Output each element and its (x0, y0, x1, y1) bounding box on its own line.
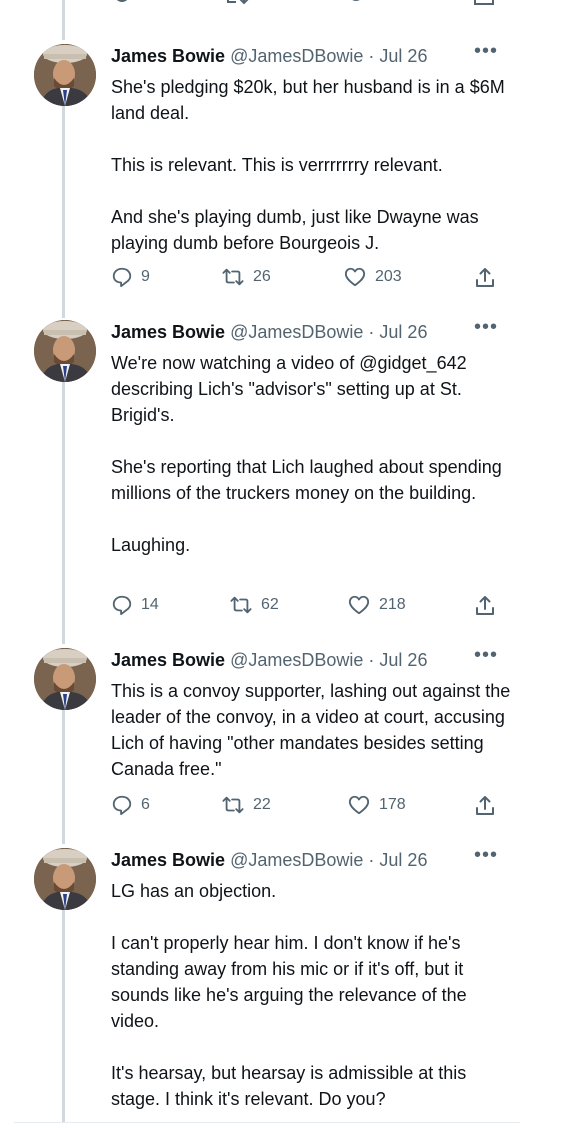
separator: · (368, 850, 375, 870)
author-name[interactable]: James Bowie (111, 850, 225, 870)
reply-icon[interactable] (110, 0, 134, 12)
tweet-paragraph: LG has an objection. (111, 881, 277, 901)
tweet-header: James Bowie @JamesDBowie · Jul 26 (111, 850, 427, 871)
tweet-paragraph: This is relevant. This is verrrrrrry rel… (111, 155, 443, 175)
heart-icon (348, 795, 370, 815)
tweet-paragraph: We're now watching a video of @gidget_64… (111, 353, 467, 425)
tweet-date[interactable]: Jul 26 (379, 322, 427, 342)
tweet-date[interactable]: Jul 26 (379, 46, 427, 66)
like-button[interactable]: 203 (343, 266, 402, 288)
share-button[interactable] (473, 794, 497, 818)
author-name[interactable]: James Bowie (111, 46, 225, 66)
retweet-button[interactable]: 22 (221, 794, 271, 816)
divider (14, 1122, 520, 1123)
heart-icon (344, 267, 366, 287)
avatar[interactable] (34, 648, 96, 710)
thread-line (62, 910, 65, 1122)
avatar[interactable] (34, 320, 96, 382)
reply-button[interactable]: 14 (111, 594, 159, 616)
tweet-paragraph: I can't properly hear him. I don't know … (111, 933, 467, 1031)
retweet-button[interactable]: 62 (229, 594, 279, 616)
thread-line (62, 0, 65, 40)
share-icon[interactable] (472, 0, 496, 12)
like-button[interactable]: 218 (347, 594, 406, 616)
author-name[interactable]: James Bowie (111, 322, 225, 342)
reply-count: 14 (141, 596, 159, 613)
retweet-count: 62 (261, 596, 279, 613)
tweet-text: We're now watching a video of @gidget_64… (111, 350, 511, 558)
tweet-header: James Bowie @JamesDBowie · Jul 26 (111, 650, 427, 671)
tweet-date[interactable]: Jul 26 (379, 650, 427, 670)
reply-button[interactable]: 6 (111, 794, 150, 816)
more-options-icon[interactable]: ••• (474, 644, 498, 667)
author-handle[interactable]: @JamesDBowie (230, 850, 363, 870)
reply-count: 6 (141, 796, 150, 813)
separator: · (368, 650, 375, 670)
tweet-paragraph: She's reporting that Lich laughed about … (111, 457, 502, 503)
author-handle[interactable]: @JamesDBowie (230, 46, 363, 66)
tweet-actions: 6 22 178 (111, 794, 501, 820)
like-button[interactable]: 178 (347, 794, 406, 816)
previous-tweet-actions (110, 0, 500, 14)
retweet-icon (222, 796, 244, 814)
share-button[interactable] (473, 594, 497, 618)
retweet-button[interactable]: 26 (221, 266, 271, 288)
share-icon (476, 268, 494, 287)
avatar[interactable] (34, 44, 96, 106)
retweet-count: 26 (253, 268, 271, 285)
separator: · (368, 322, 375, 342)
thread-line (62, 710, 65, 844)
more-options-icon[interactable]: ••• (474, 40, 498, 63)
reply-count: 9 (141, 268, 150, 285)
tweet-text: This is a convoy supporter, lashing out … (111, 678, 511, 782)
share-button[interactable] (473, 266, 497, 290)
share-icon (476, 596, 494, 615)
more-options-icon[interactable]: ••• (474, 316, 498, 339)
reply-icon (112, 795, 132, 816)
tweet-actions: 14 62 218 (111, 594, 501, 620)
author-handle[interactable]: @JamesDBowie (230, 650, 363, 670)
author-handle[interactable]: @JamesDBowie (230, 322, 363, 342)
reply-button[interactable]: 9 (111, 266, 150, 288)
tweet-paragraph: She's pledging $20k, but her husband is … (111, 77, 505, 123)
retweet-icon[interactable] (224, 0, 250, 12)
retweet-count: 22 (253, 796, 271, 813)
like-count: 218 (379, 596, 406, 613)
like-count: 203 (375, 268, 402, 285)
retweet-icon (230, 596, 252, 614)
heart-icon (348, 595, 370, 615)
retweet-icon (222, 268, 244, 286)
tweet-actions: 9 26 203 (111, 266, 501, 292)
tweet-text: LG has an objection. I can't properly he… (111, 878, 511, 1112)
tweet-header: James Bowie @JamesDBowie · Jul 26 (111, 322, 427, 343)
heart-icon[interactable] (344, 0, 368, 12)
like-count: 178 (379, 796, 406, 813)
more-options-icon[interactable]: ••• (474, 844, 498, 867)
author-name[interactable]: James Bowie (111, 650, 225, 670)
thread-line (62, 382, 65, 644)
separator: · (368, 46, 375, 66)
share-icon (476, 796, 494, 815)
reply-icon (112, 267, 132, 288)
tweet-date[interactable]: Jul 26 (379, 850, 427, 870)
reply-icon (112, 595, 132, 616)
avatar[interactable] (34, 848, 96, 910)
tweet-paragraph: This is a convoy supporter, lashing out … (111, 681, 511, 779)
tweet-paragraph: It's hearsay, but hearsay is admissible … (111, 1063, 467, 1109)
tweet-text: She's pledging $20k, but her husband is … (111, 74, 511, 256)
tweet-header: James Bowie @JamesDBowie · Jul 26 (111, 46, 427, 67)
tweet-paragraph: Laughing. (111, 535, 191, 555)
thread-line (62, 104, 65, 318)
tweet-paragraph: And she's playing dumb, just like Dwayne… (111, 207, 479, 253)
